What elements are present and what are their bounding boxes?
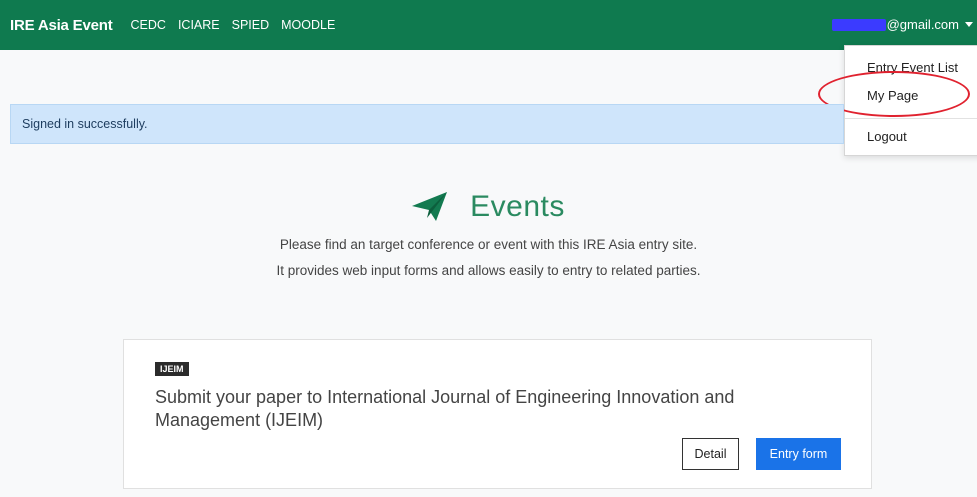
top-navbar: IRE Asia Event CEDC ICIARE SPIED MOODLE …	[0, 0, 977, 50]
brand-link[interactable]: IRE Asia Event	[10, 17, 113, 34]
user-email: @gmail.com	[886, 17, 959, 32]
event-tag-badge: IJEIM	[155, 362, 189, 376]
event-card: IJEIM Submit your paper to International…	[123, 339, 872, 489]
nav-link-moodle[interactable]: MOODLE	[281, 18, 335, 32]
detail-button[interactable]: Detail	[682, 438, 739, 470]
nav-link-spied[interactable]: SPIED	[232, 18, 270, 32]
paper-plane-icon	[412, 192, 448, 221]
nav-link-cedc[interactable]: CEDC	[131, 18, 166, 32]
alert-message: Signed in successfully.	[22, 117, 148, 131]
event-title: Submit your paper to International Journ…	[155, 387, 735, 430]
menu-divider	[845, 118, 977, 119]
intro-line-2: It provides web input forms and allows e…	[276, 263, 701, 278]
user-menu-toggle[interactable]: @gmail.com	[831, 17, 973, 32]
intro-line-1: Please find an target conference or even…	[279, 237, 698, 252]
redacted-email-mask	[831, 18, 886, 31]
events-heading: Events	[0, 190, 977, 224]
nav-link-iciare[interactable]: ICIARE	[178, 18, 220, 32]
flash-alert: Signed in successfully.	[10, 104, 844, 144]
caret-down-icon	[965, 22, 973, 27]
page-title: Events	[470, 190, 565, 223]
entry-form-button[interactable]: Entry form	[756, 438, 841, 470]
menu-item-logout[interactable]: Logout	[867, 129, 907, 144]
